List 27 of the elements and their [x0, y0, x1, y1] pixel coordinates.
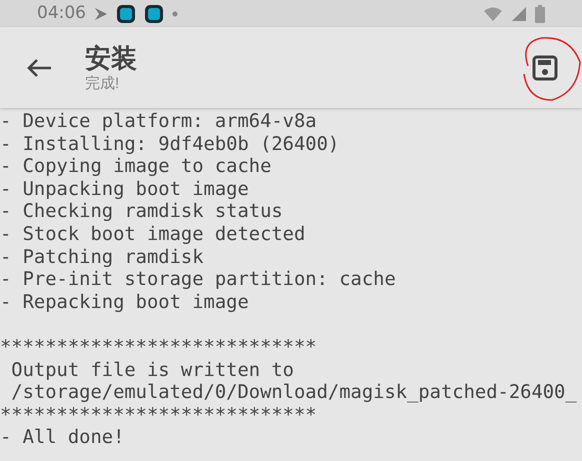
navigation-arrow-icon: [94, 6, 108, 20]
log-line: - Repacking boot image: [0, 292, 249, 314]
log-line: - Pre-init storage partition: cache: [0, 269, 396, 292]
battery-icon: [535, 4, 545, 22]
save-button[interactable]: [530, 52, 560, 82]
page-title: 安装: [85, 42, 137, 74]
log-line: - Copying image to cache: [0, 156, 272, 179]
log-line: - All done!: [0, 427, 124, 450]
save-icon: [532, 54, 558, 80]
status-time: 04:06: [37, 2, 86, 25]
log-line: ****************************: [0, 336, 317, 360]
log-line: - Device platform: arm64-v8a: [0, 111, 317, 134]
log-line: - Stock boot image detected: [0, 224, 306, 247]
log-line: /storage/emulated/0/Download/magisk_patched-26400_: [10, 382, 577, 405]
back-arrow-icon: [26, 58, 52, 78]
page-subtitle: 完成!: [85, 74, 120, 94]
dot-icon: [172, 10, 178, 16]
signal-icon: [511, 6, 527, 22]
app-notification-icon: [144, 4, 164, 24]
wifi-icon: [483, 6, 503, 22]
app-notification-icon: [116, 4, 136, 24]
log-line: ****************************: [0, 404, 317, 428]
log-line: - Patching ramdisk: [0, 246, 204, 270]
log-line: - Installing: 9df4eb0b (26400): [0, 134, 340, 156]
log-line: - Unpacking boot image: [0, 178, 249, 202]
log-line: Output file is written to: [10, 360, 294, 382]
log-line: - Checking ramdisk status: [0, 201, 283, 224]
